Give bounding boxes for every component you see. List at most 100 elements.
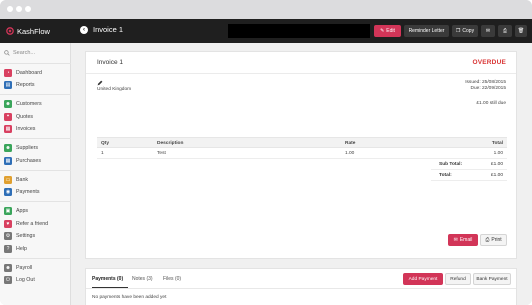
subtotal-value: £1.00 <box>490 162 503 167</box>
sidebar-item-label: Refer a friend <box>16 220 49 227</box>
sidebar-item-label: Purchases <box>16 157 42 164</box>
reminder-letter-label: Reminder Letter <box>408 28 445 34</box>
sidebar-item-payments[interactable]: ◉ Payments <box>4 188 40 197</box>
apps-icon: ▣ <box>4 207 12 215</box>
invoice-title: Invoice 1 <box>97 59 124 66</box>
email-button[interactable]: ✉ Email <box>448 234 478 246</box>
reports-icon: ▤ <box>4 81 12 89</box>
window-zoom-dot[interactable] <box>25 6 31 12</box>
search-placeholder: Search... <box>13 50 36 56</box>
status-badge: OVERDUE <box>472 59 506 66</box>
window-titlebar <box>0 0 532 19</box>
window-minimize-dot[interactable] <box>16 6 22 12</box>
divider <box>86 288 516 289</box>
sidebar-item-settings[interactable]: ⚙ Settings <box>4 232 35 241</box>
cell-qty: 1 <box>101 151 104 156</box>
tab-notes[interactable]: Notes (3) <box>132 276 153 282</box>
sidebar-item-refer-a-friend[interactable]: ♥ Refer a friend <box>4 219 48 228</box>
sidebar-item-label: Payments <box>16 189 40 195</box>
sidebar-divider <box>0 94 71 95</box>
cell-rate: 1.00 <box>345 151 355 156</box>
col-qty: Qty <box>101 141 109 146</box>
delete-button[interactable]: 🗑 <box>515 25 527 37</box>
issued-date: Issued: 25/08/2015 <box>465 80 506 85</box>
sidebar-item-apps[interactable]: ▣ Apps <box>4 207 28 216</box>
logout-icon: ⏻ <box>4 276 12 284</box>
brand[interactable]: KashFlow <box>6 26 50 36</box>
sidebar-item-label: Payroll <box>16 264 33 271</box>
sidebar-item-label: Invoices <box>16 126 36 132</box>
refund-button[interactable]: Refund <box>445 273 471 285</box>
sidebar-item-dashboard[interactable]: ◔ Dashboard <box>4 68 42 77</box>
copy-label: Copy <box>462 28 475 34</box>
dashboard-icon: ◔ <box>4 68 12 77</box>
total-row: Total: £1.00 <box>431 170 507 181</box>
edit-label: Edit <box>386 28 395 34</box>
payments-icon: ◉ <box>4 188 12 196</box>
subtotal-row: Sub Total: £1.00 <box>431 159 507 170</box>
sidebar-item-bank[interactable]: ▭ Bank <box>4 175 28 184</box>
printer-icon: ⎙ <box>485 237 490 243</box>
bank-payment-button[interactable]: Bank Payment <box>473 273 511 285</box>
reminder-letter-button[interactable]: Reminder Letter <box>404 25 449 37</box>
sidebar-item-label: Reports <box>16 82 35 88</box>
sidebar-item-label: Quotes <box>16 113 34 120</box>
payroll-icon: ☻ <box>4 263 12 272</box>
kashflow-logo-icon <box>6 27 14 35</box>
customer-country: United Kingdom <box>97 87 132 92</box>
sidebar-item-log-out[interactable]: ⏻ Log Out <box>4 276 35 285</box>
envelope-icon: ✉ <box>485 28 491 34</box>
total-value: £1.00 <box>490 173 503 178</box>
sidebar-item-purchases[interactable]: ▦ Purchases <box>4 156 41 165</box>
sidebar-item-help[interactable]: ? Help <box>4 244 27 253</box>
invoice-card: Invoice 1 OVERDUE United Kingdom Issued:… <box>85 51 517 259</box>
copy-button[interactable]: ❐ Copy <box>452 25 478 37</box>
email-label: Email <box>459 237 473 243</box>
total-label: Total: <box>439 173 452 178</box>
copy-icon: ❐ <box>455 28 461 34</box>
window-close-dot[interactable] <box>7 6 13 12</box>
help-icon: ? <box>4 244 12 253</box>
trash-icon: 🗑 <box>517 28 525 34</box>
app-root: KashFlow ‹ Invoice 1 ✎ Edit Reminder Let… <box>0 19 532 305</box>
sidebar-divider <box>0 169 71 171</box>
window-frame: KashFlow ‹ Invoice 1 ✎ Edit Reminder Let… <box>0 0 532 305</box>
sidebar-item-label: Bank <box>16 176 29 183</box>
line-items-header: Qty Description Rate Total <box>97 137 507 148</box>
print-button[interactable]: ⎙ Print <box>480 234 507 246</box>
due-date: Due: 22/09/2015 <box>470 86 506 91</box>
gear-icon: ⚙ <box>4 232 12 240</box>
sidebar-divider <box>0 138 71 139</box>
edit-address-icon[interactable] <box>97 80 103 86</box>
add-payment-button[interactable]: Add Payment <box>403 273 443 285</box>
sidebar-item-invoices[interactable]: ▦ Invoices <box>4 125 35 134</box>
tab-payments[interactable]: Payments (0) <box>92 276 123 282</box>
email-header-button[interactable]: ✉ <box>481 25 495 37</box>
suppliers-icon: ☻ <box>4 144 12 152</box>
sidebar-item-reports[interactable]: ▤ Reports <box>4 81 35 90</box>
sidebar-item-quotes[interactable]: ❝ Quotes <box>4 112 33 121</box>
print-header-button[interactable]: ⎙ <box>498 25 512 37</box>
sidebar-item-label: Apps <box>16 208 29 214</box>
sidebar-item-label: Dashboard <box>16 69 42 76</box>
sidebar-item-suppliers[interactable]: ☻ Suppliers <box>4 144 38 153</box>
page-title-group: ‹ Invoice 1 <box>80 25 123 34</box>
back-arrow-icon[interactable]: ‹ <box>80 25 88 34</box>
sidebar: Search... ◔ Dashboard ▤ Reports ☻ Customers ❝ Q… <box>0 43 71 305</box>
quotes-icon: ❝ <box>4 112 12 121</box>
cell-total: 1.00 <box>493 151 503 156</box>
purchases-icon: ▦ <box>4 156 12 165</box>
sidebar-item-label: Customers <box>16 101 42 107</box>
col-description: Description <box>157 141 184 146</box>
search-input[interactable]: Search... <box>4 48 67 58</box>
sidebar-divider <box>0 257 71 259</box>
sidebar-divider <box>0 63 71 64</box>
page-title: Invoice 1 <box>93 25 124 34</box>
payments-panel: Payments (0) Notes (3) Files (0) Add Pay… <box>85 268 517 305</box>
sidebar-item-payroll[interactable]: ☻ Payroll <box>4 263 32 272</box>
customers-icon: ☻ <box>4 100 12 108</box>
sidebar-item-customers[interactable]: ☻ Customers <box>4 100 42 109</box>
tab-files[interactable]: Files (0) <box>163 276 181 282</box>
search-icon <box>4 50 10 56</box>
edit-button[interactable]: ✎ Edit <box>374 25 401 37</box>
